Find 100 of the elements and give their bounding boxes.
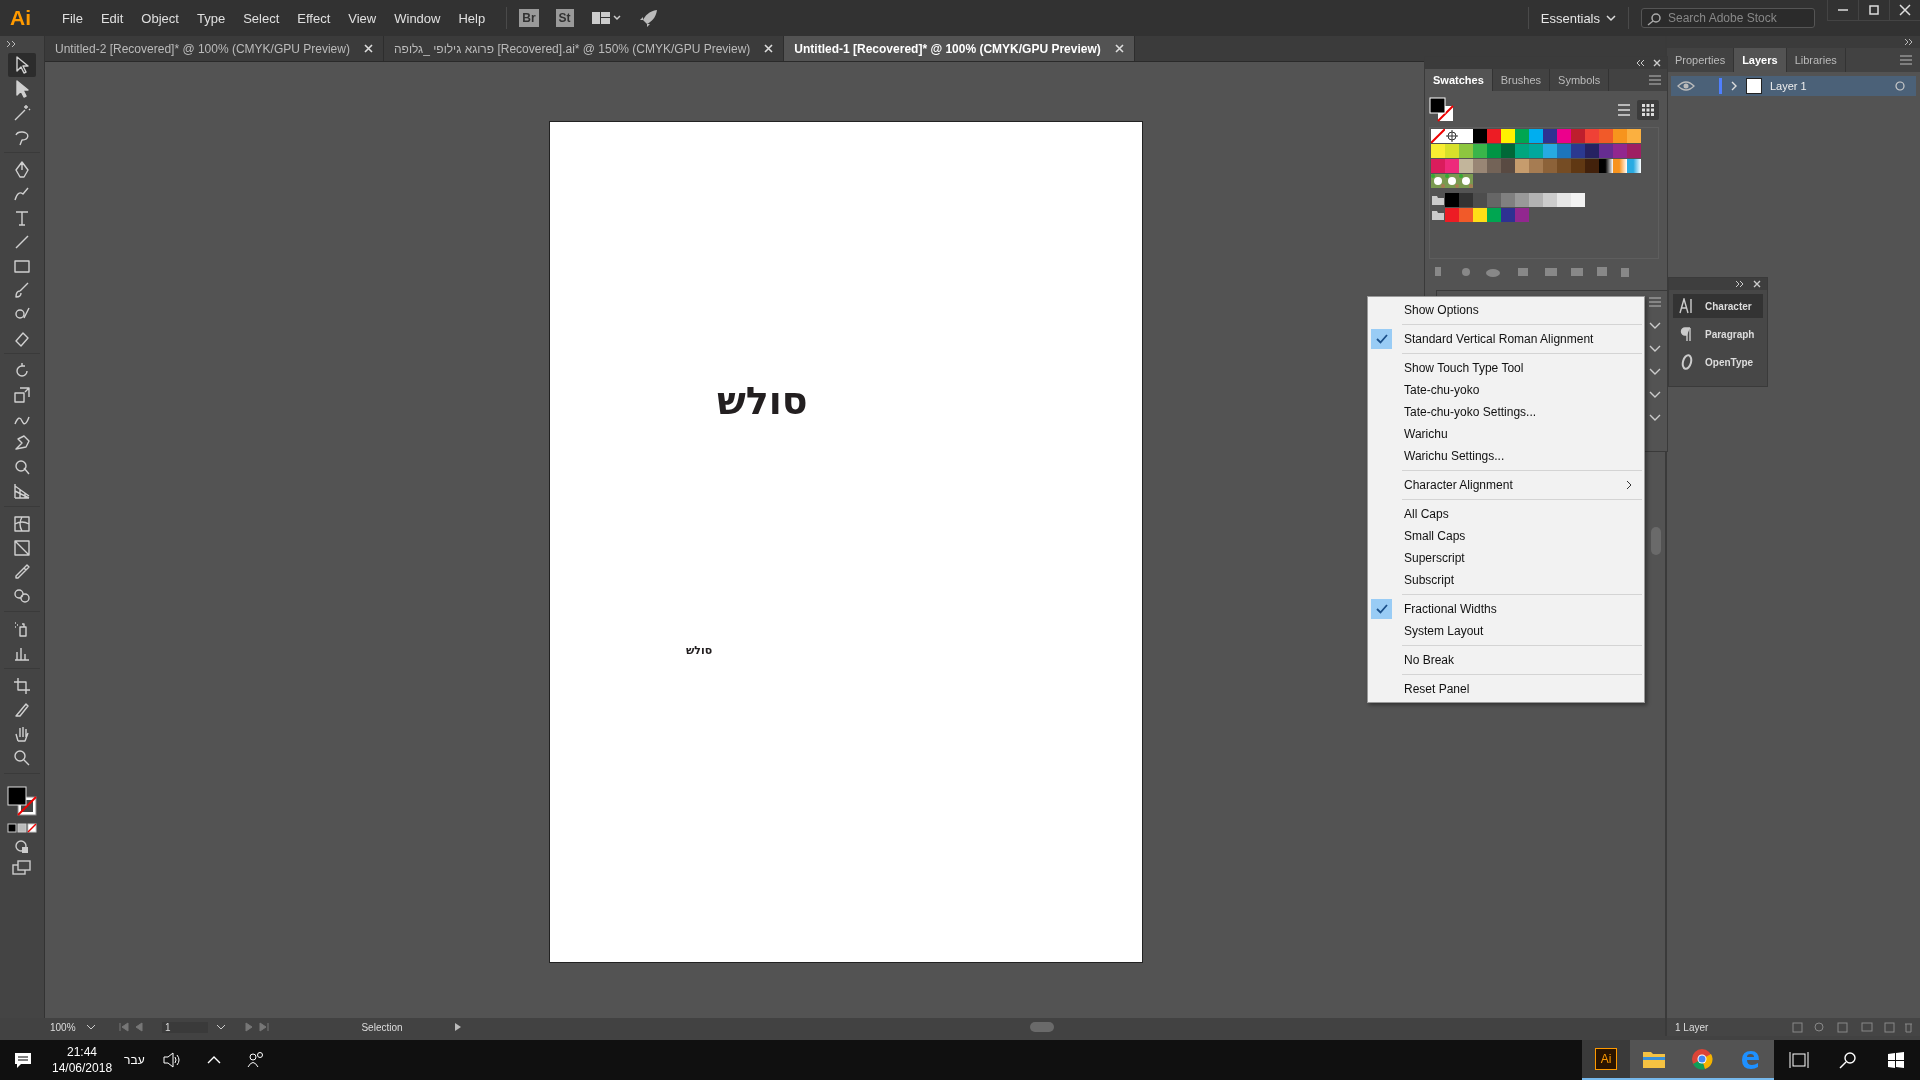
color-swatch[interactable] bbox=[1487, 129, 1501, 143]
panel-tab[interactable]: Brushes bbox=[1492, 69, 1551, 91]
color-swatch[interactable] bbox=[1543, 144, 1557, 158]
clock-time[interactable]: 21:44 bbox=[67, 1044, 98, 1060]
color-swatch[interactable] bbox=[1529, 144, 1543, 158]
menu-item[interactable]: Select bbox=[234, 10, 289, 26]
color-swatch[interactable] bbox=[1543, 129, 1557, 143]
color-swatch[interactable] bbox=[1459, 144, 1473, 158]
color-swatch[interactable] bbox=[1627, 129, 1641, 143]
folder-icon[interactable] bbox=[1431, 193, 1445, 207]
menu-item[interactable]: Character Alignment bbox=[1368, 474, 1644, 496]
layer-actions-icons[interactable] bbox=[1792, 1021, 1912, 1033]
gradient-swatch[interactable] bbox=[1599, 159, 1613, 173]
color-swatch[interactable] bbox=[1445, 144, 1459, 158]
color-swatch[interactable] bbox=[1529, 159, 1543, 173]
color-swatch[interactable] bbox=[1501, 193, 1515, 207]
color-swatch[interactable] bbox=[1459, 193, 1473, 207]
color-swatch[interactable] bbox=[1571, 159, 1585, 173]
volume-icon[interactable] bbox=[162, 1052, 181, 1068]
none-swatch[interactable] bbox=[1431, 129, 1445, 143]
color-swatch[interactable] bbox=[1473, 208, 1487, 222]
illustrator-app-button[interactable]: Ai bbox=[1582, 1040, 1630, 1080]
folder-icon[interactable] bbox=[1431, 208, 1445, 222]
menu-item[interactable]: No Break bbox=[1368, 649, 1644, 671]
color-swatch[interactable] bbox=[1571, 193, 1585, 207]
color-swatch[interactable] bbox=[1459, 129, 1473, 143]
close-icon[interactable] bbox=[363, 44, 373, 53]
color-swatch[interactable] bbox=[1501, 208, 1515, 222]
layer-row[interactable]: Layer 1 bbox=[1671, 76, 1916, 96]
menu-item[interactable]: Window bbox=[385, 10, 450, 26]
color-swatch[interactable] bbox=[1473, 129, 1487, 143]
color-swatch[interactable] bbox=[1431, 159, 1445, 173]
color-swatch[interactable] bbox=[1571, 144, 1585, 158]
color-swatch[interactable] bbox=[1613, 129, 1627, 143]
dropdown-chevron-icon[interactable] bbox=[1649, 391, 1661, 399]
color-swatch[interactable] bbox=[1515, 193, 1529, 207]
menu-item[interactable]: Superscript bbox=[1368, 547, 1644, 569]
windows-start-icon[interactable] bbox=[1887, 1051, 1905, 1069]
color-swatch[interactable] bbox=[1571, 129, 1585, 143]
menu-item[interactable]: File bbox=[53, 10, 92, 26]
color-swatch[interactable] bbox=[1473, 193, 1487, 207]
color-swatch[interactable] bbox=[1627, 144, 1641, 158]
color-swatch[interactable] bbox=[1445, 193, 1459, 207]
close-icon[interactable] bbox=[1114, 44, 1124, 53]
menu-item[interactable]: Show Touch Type Tool bbox=[1368, 357, 1644, 379]
menu-icon[interactable] bbox=[1649, 297, 1661, 307]
color-swatch[interactable] bbox=[1557, 144, 1571, 158]
collapse-icon[interactable] bbox=[1635, 59, 1645, 67]
menu-item[interactable]: Type bbox=[187, 10, 235, 26]
close-button[interactable] bbox=[1889, 0, 1920, 21]
folder-app-button[interactable] bbox=[1630, 1040, 1678, 1080]
color-swatch[interactable] bbox=[1473, 159, 1487, 173]
play-icon[interactable] bbox=[454, 1022, 462, 1032]
pattern-swatch[interactable] bbox=[1459, 174, 1473, 188]
menu-item[interactable]: Standard Vertical Roman Alignment bbox=[1368, 328, 1644, 350]
arrange-documents-icon[interactable] bbox=[590, 10, 621, 26]
color-swatch[interactable] bbox=[1515, 159, 1529, 173]
edge-app-button[interactable] bbox=[1726, 1040, 1774, 1080]
color-swatch[interactable] bbox=[1599, 129, 1613, 143]
gradient-swatch[interactable] bbox=[1613, 159, 1627, 173]
color-swatch[interactable] bbox=[1487, 159, 1501, 173]
color-swatch[interactable] bbox=[1515, 129, 1529, 143]
color-swatch[interactable] bbox=[1529, 193, 1543, 207]
color-swatch[interactable] bbox=[1557, 193, 1571, 207]
menu-item[interactable]: Show Options bbox=[1368, 299, 1644, 321]
collapse-icon[interactable] bbox=[6, 40, 18, 48]
menu-item[interactable]: Reset Panel bbox=[1368, 678, 1644, 700]
color-swatch[interactable] bbox=[1473, 144, 1487, 158]
workspace-switcher[interactable]: Essentials bbox=[1540, 10, 1616, 26]
color-swatch[interactable] bbox=[1543, 159, 1557, 173]
color-swatch[interactable] bbox=[1529, 129, 1543, 143]
menu-item[interactable]: View bbox=[339, 10, 386, 26]
color-swatch[interactable] bbox=[1445, 208, 1459, 222]
menu-item[interactable]: Effect bbox=[288, 10, 340, 26]
color-swatch[interactable] bbox=[1613, 144, 1627, 158]
pattern-swatch[interactable] bbox=[1431, 174, 1445, 188]
fill-stroke-icon[interactable] bbox=[6, 785, 38, 817]
scroll-thumb[interactable] bbox=[1651, 527, 1661, 555]
people-icon[interactable] bbox=[246, 1051, 265, 1069]
eye-icon[interactable] bbox=[1677, 80, 1695, 92]
color-swatch[interactable] bbox=[1599, 144, 1613, 158]
panel-button[interactable]: Character bbox=[1673, 294, 1763, 318]
menu-item[interactable]: Subscript bbox=[1368, 569, 1644, 591]
color-swatch[interactable] bbox=[1501, 144, 1515, 158]
panel-tab[interactable]: Layers bbox=[1734, 48, 1787, 72]
color-swatch[interactable] bbox=[1585, 159, 1599, 173]
task-view-icon[interactable] bbox=[1789, 1051, 1809, 1069]
expand-icon[interactable] bbox=[1735, 280, 1745, 288]
close-icon[interactable] bbox=[764, 44, 774, 53]
pattern-swatch[interactable] bbox=[1445, 174, 1459, 188]
menu-item[interactable]: Fractional Widths bbox=[1368, 598, 1644, 620]
color-swatch[interactable] bbox=[1459, 208, 1473, 222]
color-swatch[interactable] bbox=[1487, 193, 1501, 207]
grid-view-button[interactable] bbox=[1637, 100, 1659, 120]
menu-icon[interactable] bbox=[1649, 75, 1661, 85]
panel-tab[interactable]: Libraries bbox=[1786, 48, 1846, 72]
gradient-swatch[interactable] bbox=[1627, 159, 1641, 173]
color-swatch[interactable] bbox=[1501, 129, 1515, 143]
color-swatch[interactable] bbox=[1557, 129, 1571, 143]
rocket-icon[interactable] bbox=[638, 8, 659, 28]
